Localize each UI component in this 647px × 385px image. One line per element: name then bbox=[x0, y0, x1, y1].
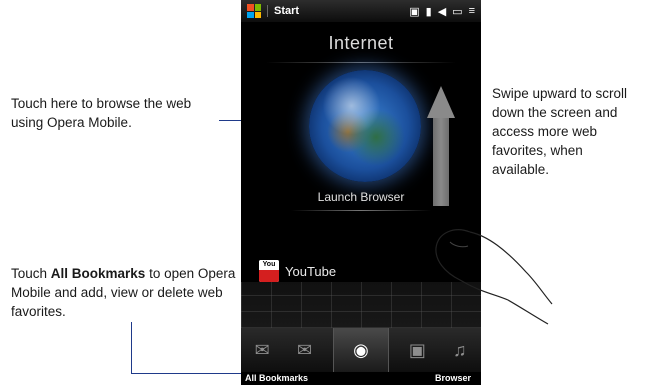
callout-swipe: Swipe upward to scroll down the screen a… bbox=[492, 86, 628, 177]
windows-start-icon[interactable] bbox=[247, 4, 261, 18]
softkey-all-bookmarks[interactable]: All Bookmarks bbox=[245, 373, 308, 383]
launch-divider bbox=[291, 210, 431, 211]
finger-illustration bbox=[435, 229, 553, 325]
favorite-label: YouTube bbox=[285, 263, 337, 279]
title-divider bbox=[266, 62, 456, 63]
softkey-browser[interactable]: Browser bbox=[435, 373, 471, 383]
page-title: Internet bbox=[328, 33, 394, 53]
callout-bookmarks-bold: All Bookmarks bbox=[50, 266, 146, 281]
tab-bar: ✉ ✉ ◉ ▣ ♫ bbox=[241, 328, 481, 372]
battery-icon: ▭ bbox=[452, 5, 463, 18]
status-bar: Start ▣ ▮ ◀ ▭ ≡ bbox=[241, 0, 481, 22]
menu-icon[interactable]: ≡ bbox=[469, 5, 475, 18]
messaging-icon[interactable]: ✉ bbox=[248, 336, 276, 364]
callout-bookmarks-prefix: Touch bbox=[11, 266, 51, 281]
leader-line-bookmarks-h bbox=[131, 373, 247, 374]
mail-icon[interactable]: ✉ bbox=[291, 336, 319, 364]
swipe-arrow-head-icon bbox=[427, 86, 455, 118]
internet-icon[interactable]: ◉ bbox=[332, 328, 389, 372]
callout-browse: Touch here to browse the web using Opera… bbox=[11, 96, 192, 130]
data-icon: ▣ bbox=[409, 5, 420, 18]
music-icon[interactable]: ♫ bbox=[446, 336, 474, 364]
callout-bookmarks: Touch All Bookmarks to open Opera Mobile… bbox=[11, 264, 241, 321]
signal-icon[interactable]: ▮ bbox=[426, 5, 432, 18]
favorite-youtube[interactable]: You YouTube bbox=[259, 260, 336, 282]
start-label[interactable]: Start bbox=[267, 5, 299, 17]
leader-line-bookmarks-v bbox=[131, 322, 132, 374]
youtube-icon-text: You bbox=[259, 260, 279, 270]
launch-browser-globe-icon[interactable] bbox=[309, 70, 421, 182]
youtube-icon: You bbox=[259, 260, 279, 282]
swipe-arrow-shaft bbox=[433, 118, 449, 206]
camera-icon[interactable]: ▣ bbox=[403, 336, 431, 364]
volume-icon[interactable]: ◀ bbox=[438, 5, 446, 18]
softkey-bar: All Bookmarks Browser bbox=[241, 372, 481, 385]
status-icons: ▣ ▮ ◀ ▭ ≡ bbox=[409, 5, 475, 18]
